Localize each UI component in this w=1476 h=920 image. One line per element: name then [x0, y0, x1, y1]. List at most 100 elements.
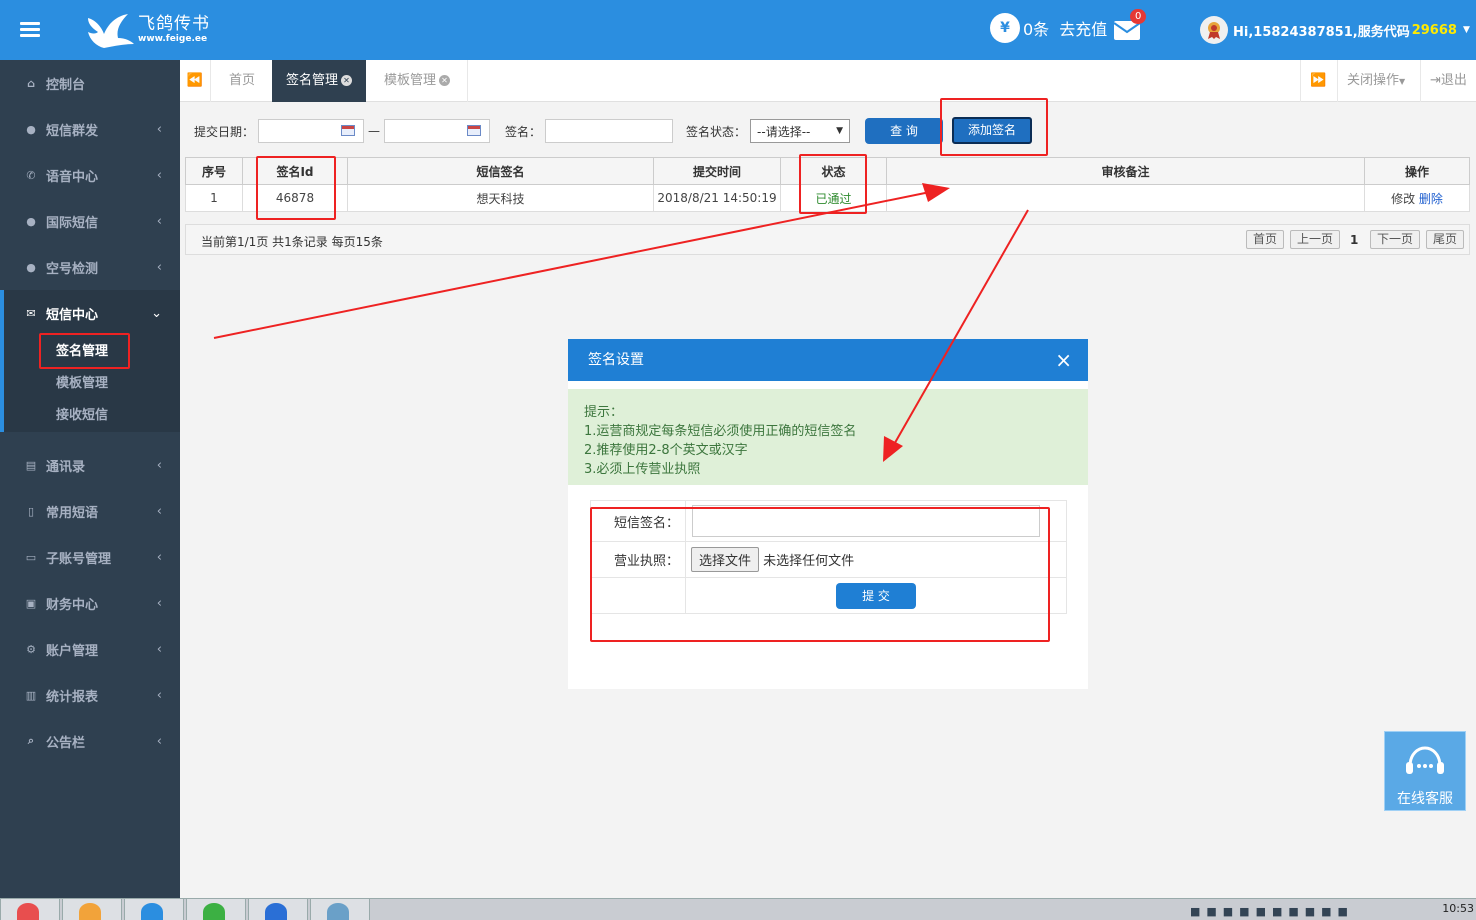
sidebar-item-label: 通讯录 — [46, 459, 86, 475]
file-icon: ▯ — [27, 504, 35, 518]
service-label: 在线客服 — [1397, 791, 1453, 807]
award-icon — [1208, 22, 1220, 39]
sidebar-subitem-template[interactable]: 模板管理 — [4, 368, 180, 400]
sidebar-item-notice[interactable]: ⌕ 公告栏 ‹ — [0, 718, 180, 764]
annotation-box-form — [590, 507, 1050, 642]
sidebar-item-reports[interactable]: ▥ 统计报表 ‹ — [0, 672, 180, 718]
tab-label: 签名管理 — [286, 73, 339, 88]
sidebar-item-international[interactable]: ● 国际短信 ‹ — [0, 198, 180, 244]
sidebar-item-label: 语音中心 — [46, 169, 99, 185]
chevron-left-icon: ‹ — [156, 259, 162, 275]
taskbar-app[interactable] — [124, 899, 184, 920]
chevron-left-icon: ‹ — [156, 457, 162, 473]
scroll-right-icon[interactable]: ⏩ — [1300, 60, 1337, 102]
taskbar-app[interactable] — [0, 899, 60, 920]
tab-template-management[interactable]: 模板管理 ✕ — [370, 60, 464, 102]
next-page-button[interactable]: 下一页 — [1370, 230, 1421, 249]
edit-link[interactable]: 修改 — [1391, 192, 1415, 206]
app-icon — [327, 903, 349, 920]
logo-domain: www.feige.ee — [138, 34, 208, 44]
sidebar-item-number-check[interactable]: ● 空号检测 ‹ — [0, 244, 180, 290]
sidebar-item-sms-center[interactable]: ✉ 短信中心 ⌄ — [4, 290, 180, 336]
sidebar-item-phrases[interactable]: ▯ 常用短语 ‹ — [0, 488, 180, 534]
status-select[interactable]: --请选择-- ▼ — [750, 119, 851, 143]
user-greeting: Hi,15824387851,服务代码 — [1233, 24, 1410, 40]
pagination: 当前第1/1页 共1条记录 每页15条 首页 上一页 1 下一页 尾页 — [185, 224, 1470, 255]
taskbar-app[interactable] — [310, 899, 370, 920]
date-label: 提交日期： — [194, 124, 255, 139]
tab-sign-management[interactable]: 签名管理 ✕ — [272, 60, 367, 102]
status-label: 签名状态： — [686, 124, 747, 139]
tabs-bar: ⏪ 首页 签名管理 ✕ 模板管理 ✕ ⏩ 关闭操作▼ ⇥退出 — [180, 60, 1476, 102]
cell-no: 1 — [185, 184, 243, 212]
chevron-left-icon: ‹ — [156, 595, 162, 611]
cell-sign: 想天科技 — [347, 184, 654, 212]
coin-icon: ¥ — [990, 13, 1020, 43]
annotation-box-sidebar-sign — [39, 333, 130, 369]
close-operations-dropdown[interactable]: 关闭操作▼ — [1337, 60, 1415, 102]
tip-title: 提示： — [584, 405, 624, 420]
detect-icon: ● — [26, 260, 36, 274]
dialog-header: 签名设置 × — [568, 339, 1088, 381]
taskbar-app[interactable] — [62, 899, 122, 920]
tip-line: 3.必须上传营业执照 — [584, 462, 701, 477]
sidebar-item-label: 空号检测 — [46, 261, 99, 277]
sidebar-subitem-receive[interactable]: 接收短信 — [4, 400, 180, 432]
sign-input[interactable] — [545, 119, 674, 143]
close-tab-icon[interactable]: ✕ — [439, 75, 451, 86]
pagination-info: 当前第1/1页 共1条记录 每页15条 — [201, 235, 383, 249]
close-tab-icon[interactable]: ✕ — [341, 75, 353, 86]
sidebar-item-bulk-sms[interactable]: ● 短信群发 ‹ — [0, 106, 180, 152]
sidebar-item-finance[interactable]: ▣ 财务中心 ‹ — [0, 580, 180, 626]
taskbar-app[interactable] — [186, 899, 246, 920]
chevron-left-icon: ‹ — [156, 549, 162, 565]
phone-icon: ✆ — [26, 168, 36, 182]
sidebar-item-contacts[interactable]: ▤ 通讯录 ‹ — [0, 442, 180, 488]
delete-link[interactable]: 删除 — [1419, 192, 1443, 206]
logo[interactable]: 飞鸽传书 www.feige.ee — [84, 8, 210, 52]
sidebar-item-account[interactable]: ⚙ 账户管理 ‹ — [0, 626, 180, 672]
sidebar-item-dashboard[interactable]: ⌂ 控制台 — [0, 60, 180, 106]
close-icon[interactable]: × — [1055, 339, 1072, 381]
sidebar-item-label: 国际短信 — [46, 215, 99, 231]
balance-area: ¥ 0条 去充值 — [990, 13, 1107, 43]
column-header: 操作 — [1364, 157, 1470, 185]
date-end-input[interactable] — [384, 119, 491, 143]
date-dash: — — [368, 124, 381, 138]
tab-label: 模板管理 — [384, 73, 437, 88]
recharge-link[interactable]: 去充值 — [1059, 16, 1107, 40]
chevron-left-icon: ‹ — [156, 213, 162, 229]
sidebar-item-subaccounts[interactable]: ▭ 子账号管理 ‹ — [0, 534, 180, 580]
app-icon — [79, 903, 101, 920]
sidebar-item-label: 常用短语 — [46, 505, 99, 521]
mail-button[interactable]: 0 — [1113, 9, 1147, 42]
menu-toggle-icon[interactable] — [20, 22, 40, 38]
scroll-left-icon[interactable]: ⏪ — [180, 60, 210, 102]
user-menu[interactable]: Hi,15824387851,服务代码 29668 ▼ — [1200, 16, 1470, 44]
date-start-input[interactable] — [258, 119, 365, 143]
online-service-button[interactable]: 在线客服 — [1384, 731, 1466, 811]
current-page[interactable]: 1 — [1350, 233, 1358, 247]
sign-label: 签名： — [505, 124, 542, 139]
caret-down-icon: ▼ — [1462, 25, 1470, 35]
cell-time: 2018/8/21 14:50:19 — [653, 184, 781, 212]
column-header: 序号 — [185, 157, 243, 185]
chevron-down-icon: ⌄ — [151, 305, 162, 321]
calendar-icon[interactable] — [467, 125, 482, 136]
chart-icon: ▥ — [25, 688, 37, 702]
logout-button[interactable]: ⇥退出 — [1422, 60, 1475, 102]
tab-home[interactable]: 首页 — [215, 60, 269, 102]
taskbar-app[interactable] — [248, 899, 308, 920]
column-header: 短信签名 — [347, 157, 654, 185]
first-page-button[interactable]: 首页 — [1246, 230, 1285, 249]
desktop-icon: ▭ — [25, 550, 37, 564]
chevron-left-icon: ‹ — [156, 733, 162, 749]
calendar-icon[interactable] — [341, 125, 356, 136]
divider — [467, 60, 468, 102]
last-page-button[interactable]: 尾页 — [1426, 230, 1465, 249]
query-button[interactable]: 查 询 — [865, 118, 943, 144]
system-tray[interactable]: ■■■■■■■■■■ — [1190, 905, 1354, 918]
sidebar-item-voice[interactable]: ✆ 语音中心 ‹ — [0, 152, 180, 198]
group-icon: ● — [26, 122, 36, 136]
prev-page-button[interactable]: 上一页 — [1290, 230, 1341, 249]
